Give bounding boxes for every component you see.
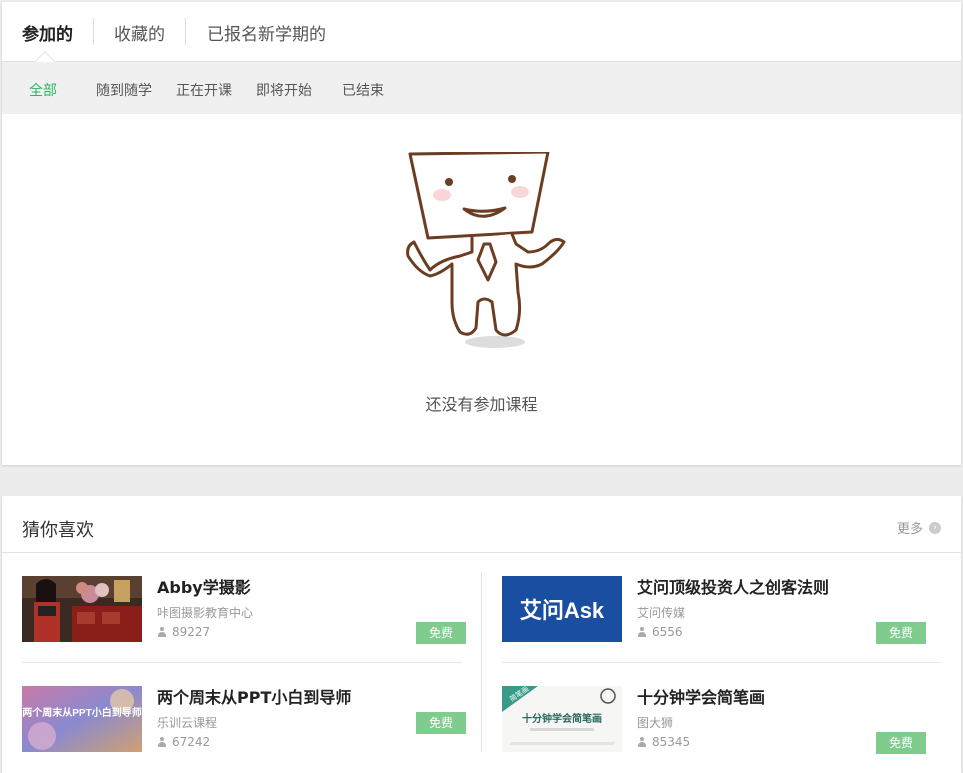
recommendations-title: 猜你喜欢 (22, 520, 94, 541)
course-filter-bar: 全部 随到随学 正在开课 即将开始 已结束 (2, 62, 961, 114)
filter-in-progress[interactable]: 正在开课 (176, 80, 232, 100)
grid-divider-vertical (481, 572, 482, 752)
user-icon (637, 737, 647, 747)
learner-count: 67242 (172, 735, 211, 749)
free-badge: 免费 (876, 622, 926, 644)
course-learner-count: 6556 (637, 625, 683, 639)
recommendations-panel: 猜你喜欢 更多 › Abby学摄影 咔图摄影教育中心 89227 免费 艾问As… (2, 496, 961, 773)
filter-self-paced[interactable]: 随到随学 (96, 80, 152, 100)
course-card-aiwen-investor[interactable]: 艾问Ask 艾问顶级投资人之创客法则 艾问传媒 6556 免费 (502, 576, 947, 666)
filter-upcoming[interactable]: 即将开始 (256, 80, 312, 100)
more-link[interactable]: 更多 › (897, 518, 941, 537)
thumbnail-caption: 两个周末从PPT小白到导师 (22, 706, 141, 719)
free-badge: 免费 (876, 732, 926, 754)
empty-mascot-illustration (406, 152, 566, 348)
course-thumbnail (22, 576, 142, 642)
tab-registered-new-term[interactable]: 已报名新学期的 (207, 20, 326, 45)
user-icon (157, 737, 167, 747)
thumbnail-caption: 十分钟学会简笔画 (522, 712, 602, 725)
user-icon (637, 627, 647, 637)
course-org: 咔图摄影教育中心 (157, 606, 254, 620)
empty-state: 还没有参加课程 (2, 114, 961, 464)
empty-state-message: 还没有参加课程 (425, 395, 538, 414)
chevron-right-icon: › (929, 521, 941, 534)
learner-count: 85345 (652, 735, 691, 749)
course-thumbnail: 两个周末从PPT小白到导师 (22, 686, 142, 752)
thumbnail-logo-text: 艾问Ask (520, 598, 605, 623)
course-learner-count: 67242 (157, 735, 210, 749)
course-org: 乐训云课程 (157, 716, 218, 730)
course-org: 图大狮 (637, 716, 674, 730)
course-card-simple-drawing[interactable]: 简笔画 十分钟学会简笔画 十分钟学会简笔画 图大狮 85345 免费 (502, 686, 947, 773)
course-title[interactable]: 两个周末从PPT小白到导师 (157, 684, 351, 708)
learner-count: 6556 (652, 625, 683, 639)
course-title[interactable]: Abby学摄影 (157, 574, 251, 598)
filter-all[interactable]: 全部 (29, 80, 57, 100)
grid-divider-horizontal (22, 662, 462, 663)
course-title[interactable]: 艾问顶级投资人之创客法则 (637, 574, 829, 598)
filter-ended[interactable]: 已结束 (342, 80, 384, 100)
course-card-abby-photography[interactable]: Abby学摄影 咔图摄影教育中心 89227 免费 (22, 576, 467, 666)
course-thumbnail: 简笔画 十分钟学会简笔画 (502, 686, 622, 752)
my-courses-panel: 参加的 收藏的 已报名新学期的 全部 随到随学 正在开课 即将开始 已结束 还没… (2, 2, 961, 465)
course-learner-count: 85345 (637, 735, 690, 749)
course-org: 艾问传媒 (637, 606, 686, 620)
grid-divider-horizontal (502, 662, 941, 663)
course-learner-count: 89227 (157, 625, 210, 639)
course-title[interactable]: 十分钟学会简笔画 (637, 684, 765, 708)
tab-divider (185, 18, 186, 45)
more-label: 更多 (896, 522, 923, 537)
learner-count: 89227 (172, 625, 211, 639)
course-tabs: 参加的 收藏的 已报名新学期的 (2, 2, 961, 71)
course-card-ppt-mentor[interactable]: 两个周末从PPT小白到导师 两个周末从PPT小白到导师 乐训云课程 67242 … (22, 686, 467, 773)
tab-divider (93, 18, 94, 45)
free-badge: 免费 (416, 622, 466, 644)
course-thumbnail: 艾问Ask (502, 576, 622, 642)
tab-favorites[interactable]: 收藏的 (114, 20, 165, 45)
free-badge: 免费 (416, 712, 466, 734)
recommendations-header: 猜你喜欢 更多 › (2, 496, 961, 553)
user-icon (157, 627, 167, 637)
tab-joined[interactable]: 参加的 (22, 20, 73, 45)
